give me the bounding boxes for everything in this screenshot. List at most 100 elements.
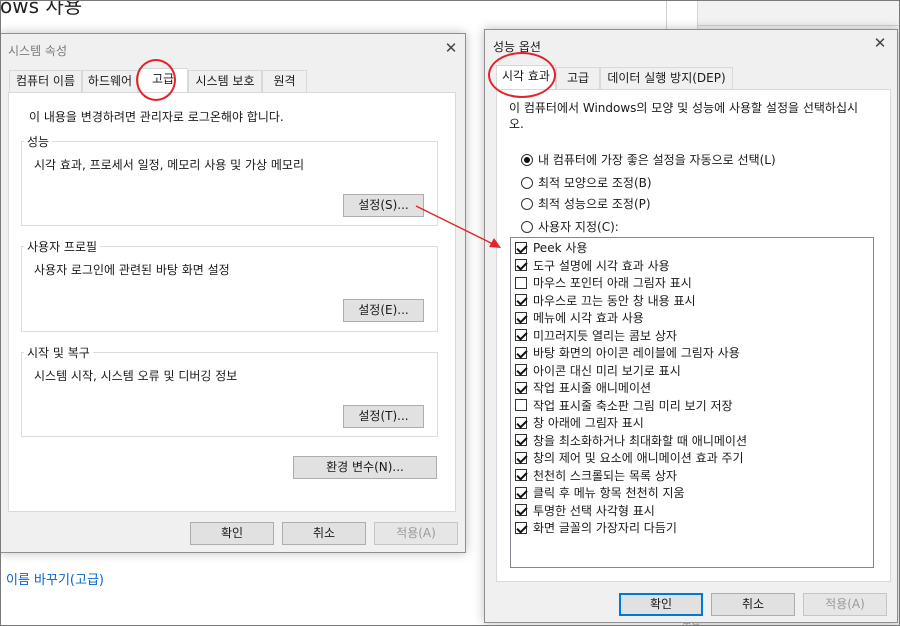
- effect-label: 투명한 선택 사각형 표시: [533, 503, 655, 518]
- effect-label: 작업 표시줄 축소판 그림 미리 보기 저장: [533, 398, 733, 413]
- tab-advanced[interactable]: 고급: [556, 67, 600, 89]
- effect-label: 화면 글꼴의 가장자리 다듬기: [533, 521, 677, 535]
- radio-button-icon: [521, 176, 533, 189]
- radio-label: 최적 성능으로 조정(P): [538, 197, 651, 211]
- radio-best-performance[interactable]: 최적 성능으로 조정(P): [521, 195, 651, 212]
- effect-label: 천천히 스크롤되는 목록 상자: [533, 468, 677, 483]
- tab-system-protection[interactable]: 시스템 보호: [188, 70, 262, 92]
- list-item[interactable]: 창의 제어 및 요소에 애니메이션 효과 주기: [515, 449, 744, 466]
- radio-label: 사용자 지정(C):: [538, 220, 619, 234]
- background-divider: [666, 0, 667, 30]
- list-item[interactable]: 바탕 화면의 아이콘 레이블에 그림자 사용: [515, 344, 740, 361]
- effect-label: 미끄러지듯 열리는 콤보 상자: [533, 328, 677, 343]
- startup-recovery-group: 시작 및 복구 시스템 시작, 시스템 오류 및 디버깅 정보 설정(T)...: [21, 344, 438, 437]
- visual-effects-list[interactable]: Peek 사용 도구 설명에 시각 효과 사용 마우스 포인터 아래 그림자 표…: [510, 237, 874, 568]
- startup-recovery-desc: 시스템 시작, 시스템 오류 및 디버깅 정보: [34, 369, 238, 383]
- effect-label: 바탕 화면의 아이콘 레이블에 그림자 사용: [533, 346, 740, 360]
- radio-label: 내 컴퓨터에 가장 좋은 설정을 자동으로 선택(L): [538, 153, 776, 167]
- system-properties-window: 시스템 속성 ✕ 컴퓨터 이름 하드웨어 고급 시스템 보호 원격 이 내용을 …: [0, 33, 466, 553]
- list-item[interactable]: 아이콘 대신 미리 보기로 표시: [515, 362, 681, 379]
- tab-advanced[interactable]: 고급: [138, 68, 188, 92]
- close-icon[interactable]: ✕: [870, 33, 890, 53]
- tab-visual-effects[interactable]: 시각 효과: [496, 65, 556, 89]
- radio-custom[interactable]: 사용자 지정(C):: [521, 218, 619, 235]
- effect-label: 창 아래에 그림자 표시: [533, 416, 644, 430]
- advanced-tab-page: 이 내용을 변경하려면 관리자로 로그온해야 합니다. 성능 시각 효과, 프로…: [8, 92, 456, 512]
- user-profiles-group: 사용자 프로필 사용자 로그인에 관련된 바탕 화면 설정 설정(E)...: [21, 238, 438, 332]
- effect-label: Peek 사용: [533, 241, 588, 255]
- list-item[interactable]: 마우스 포인터 아래 그림자 표시: [515, 274, 692, 291]
- admin-note: 이 내용을 변경하려면 관리자로 로그온해야 합니다.: [29, 110, 284, 124]
- tab-remote[interactable]: 원격: [262, 70, 307, 92]
- checkbox-icon: [515, 434, 527, 446]
- performance-group-title: 성능: [24, 133, 53, 150]
- checkbox-icon: [515, 521, 527, 534]
- visual-effects-desc: 이 컴퓨터에서 Windows의 모양 및 성능에 사용할 설정을 선택하십시오…: [509, 101, 859, 131]
- checkbox-icon: [515, 294, 527, 306]
- user-profiles-settings-button[interactable]: 설정(E)...: [343, 299, 424, 322]
- startup-recovery-group-title: 시작 및 복구: [24, 344, 93, 361]
- checkbox-icon: [515, 364, 527, 376]
- checkbox-icon: [515, 259, 527, 271]
- close-icon[interactable]: ✕: [441, 38, 461, 58]
- ok-button[interactable]: 확인: [619, 593, 703, 616]
- radio-button-icon: [521, 153, 533, 166]
- background-page-title: ows 사용: [0, 0, 83, 18]
- list-item[interactable]: 클릭 후 메뉴 항목 천천히 지움: [515, 484, 685, 501]
- list-item[interactable]: 투명한 선택 사각형 표시: [515, 502, 655, 519]
- list-item[interactable]: 천천히 스크롤되는 목록 상자: [515, 467, 677, 484]
- list-item[interactable]: 작업 표시줄 애니메이션: [515, 379, 651, 396]
- list-item[interactable]: 미끄러지듯 열리는 콤보 상자: [515, 327, 677, 344]
- ok-button[interactable]: 확인: [190, 522, 274, 545]
- list-item[interactable]: 메뉴에 시각 효과 사용: [515, 309, 644, 326]
- user-profiles-desc: 사용자 로그인에 관련된 바탕 화면 설정: [34, 263, 230, 277]
- advanced-rename-link[interactable]: 이름 바꾸기(고급): [6, 569, 104, 588]
- list-item[interactable]: Peek 사용: [515, 239, 587, 256]
- checkbox-icon: [515, 241, 527, 254]
- effect-label: 마우스로 끄는 동안 창 내용 표시: [533, 293, 696, 308]
- radio-auto-best[interactable]: 내 컴퓨터에 가장 좋은 설정을 자동으로 선택(L): [521, 151, 776, 168]
- effect-label: 창의 제어 및 요소에 애니메이션 효과 주기: [533, 451, 744, 465]
- checkbox-icon: [515, 486, 527, 499]
- checkbox-icon: [515, 346, 527, 359]
- checkbox-icon: [515, 276, 527, 289]
- list-item[interactable]: 창을 최소화하거나 최대화할 때 애니메이션: [515, 432, 747, 449]
- background-right-divider: [697, 25, 900, 26]
- checkbox-icon: [515, 381, 527, 394]
- checkbox-icon: [515, 451, 527, 464]
- user-profiles-group-title: 사용자 프로필: [24, 238, 101, 255]
- performance-desc: 시각 효과, 프로세서 일정, 메모리 사용 및 가상 메모리: [34, 158, 304, 172]
- cancel-button[interactable]: 취소: [282, 522, 366, 545]
- list-item[interactable]: 화면 글꼴의 가장자리 다듬기: [515, 519, 677, 536]
- effect-label: 도구 설명에 시각 효과 사용: [533, 258, 670, 273]
- checkbox-icon: [515, 416, 527, 429]
- radio-best-appearance[interactable]: 최적 모양으로 조정(B): [521, 174, 652, 191]
- radio-label: 최적 모양으로 조정(B): [538, 176, 652, 190]
- tab-computer-name[interactable]: 컴퓨터 이름: [9, 70, 82, 92]
- startup-recovery-settings-button[interactable]: 설정(T)...: [343, 405, 424, 428]
- effect-label: 창을 최소화하거나 최대화할 때 애니메이션: [533, 433, 747, 448]
- performance-options-window: 성능 옵션 ✕ 시각 효과 고급 데이터 실행 방지(DEP) 이 컴퓨터에서 …: [484, 29, 898, 623]
- effect-label: 메뉴에 시각 효과 사용: [533, 311, 644, 325]
- tab-dep[interactable]: 데이터 실행 방지(DEP): [600, 67, 733, 89]
- list-item[interactable]: 도구 설명에 시각 효과 사용: [515, 257, 670, 274]
- radio-button-icon: [521, 220, 533, 233]
- apply-button[interactable]: 적용(A): [374, 522, 458, 545]
- list-item[interactable]: 작업 표시줄 축소판 그림 미리 보기 저장: [515, 397, 733, 414]
- checkbox-icon: [515, 399, 527, 411]
- effect-label: 마우스 포인터 아래 그림자 표시: [533, 276, 692, 290]
- environment-variables-button[interactable]: 환경 변수(N)...: [293, 456, 437, 479]
- list-item[interactable]: 창 아래에 그림자 표시: [515, 414, 644, 431]
- visual-effects-tab-page: 이 컴퓨터에서 Windows의 모양 및 성능에 사용할 설정을 선택하십시오…: [496, 89, 891, 582]
- cancel-button[interactable]: 취소: [711, 593, 795, 616]
- checkbox-icon: [515, 504, 527, 516]
- tab-hardware[interactable]: 하드웨어: [82, 70, 138, 92]
- apply-button[interactable]: 적용(A): [803, 593, 887, 616]
- checkbox-icon: [515, 329, 527, 341]
- effect-label: 아이콘 대신 미리 보기로 표시: [533, 363, 681, 378]
- system-properties-title: 시스템 속성: [8, 44, 68, 58]
- performance-settings-button[interactable]: 설정(S)...: [343, 194, 424, 217]
- radio-button-icon: [521, 197, 533, 210]
- list-item[interactable]: 마우스로 끄는 동안 창 내용 표시: [515, 292, 696, 309]
- effect-label: 클릭 후 메뉴 항목 천천히 지움: [533, 486, 685, 500]
